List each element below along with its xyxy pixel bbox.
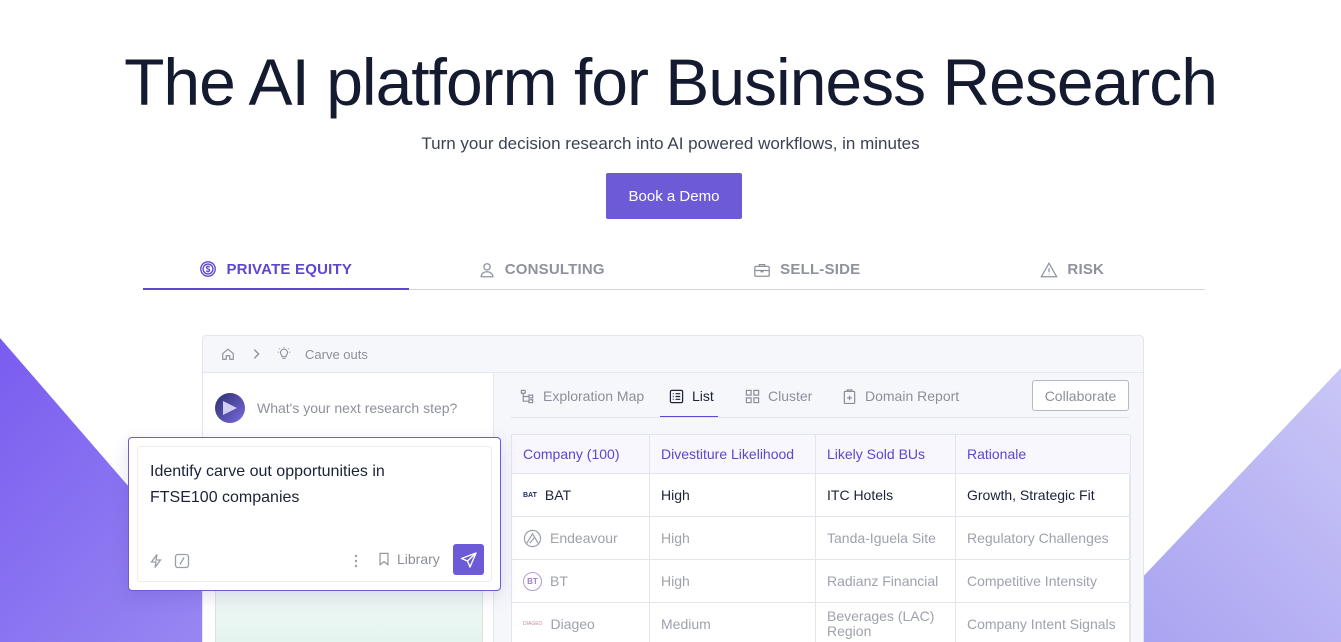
sold-bus-cell: Radianz Financial	[816, 560, 956, 602]
companies-table: Company (100) Divestiture Likelihood Lik…	[511, 434, 1131, 642]
bat-logo: BAT	[523, 491, 537, 499]
prompt-textarea[interactable]: Identify carve out opportunities in FTSE…	[150, 459, 450, 511]
more-options-icon[interactable]	[348, 553, 364, 569]
breadcrumb-current[interactable]: Carve outs	[305, 347, 368, 362]
table-row[interactable]: BAT BAT High ITC Hotels Growth, Strategi…	[512, 474, 1131, 517]
bt-logo: BT	[523, 571, 542, 591]
tab-private-equity[interactable]: PRIVATE EQUITY	[143, 250, 409, 290]
rationale-cell: Regulatory Challenges	[956, 517, 1131, 559]
likelihood-cell: High	[650, 474, 816, 516]
tab-risk[interactable]: RISK	[940, 250, 1206, 289]
rationale-cell: Growth, Strategic Fit	[956, 474, 1131, 516]
table-header-row: Company (100) Divestiture Likelihood Lik…	[512, 435, 1131, 474]
tab-label: Cluster	[768, 388, 813, 404]
lightbulb-icon	[277, 347, 291, 359]
company-name: BAT	[544, 486, 572, 503]
company-name: BT	[550, 572, 568, 589]
company-name: Diageo	[550, 615, 595, 632]
tree-icon	[520, 389, 534, 403]
composer-box: Identify carve out opportunities in FTSE…	[137, 446, 492, 582]
industry-tabs: PRIVATE EQUITY CONSULTING SELL-SIDE RISK	[143, 250, 1205, 290]
library-button[interactable]: Library	[377, 551, 440, 567]
tab-label: Domain Report	[865, 388, 960, 404]
send-button[interactable]	[453, 544, 484, 575]
column-header-sold-bus[interactable]: Likely Sold BUs	[816, 435, 956, 473]
tab-label: CONSULTING	[504, 261, 605, 278]
endeavour-logo-icon	[523, 529, 542, 548]
column-header-rationale[interactable]: Rationale	[956, 435, 1131, 473]
tab-exploration-map[interactable]: Exploration Map	[520, 383, 644, 409]
send-icon	[460, 551, 477, 568]
tab-list[interactable]: List	[669, 383, 714, 409]
tab-cluster[interactable]: Cluster	[745, 383, 812, 409]
table-row[interactable]: BT BT High Radianz Financial Competitive…	[512, 560, 1131, 603]
tab-label: Exploration Map	[543, 388, 645, 404]
grid-icon	[745, 389, 760, 403]
company-cell: DIAGEO Diageo	[512, 603, 650, 642]
likelihood-cell: Medium	[650, 603, 816, 642]
likelihood-cell: High	[650, 517, 816, 559]
company-name: Endeavour	[550, 529, 618, 546]
briefcase-icon	[754, 263, 771, 277]
bookmark-icon	[379, 552, 389, 566]
sold-bus-cell: ITC Hotels	[816, 474, 956, 516]
warning-triangle-icon	[1040, 261, 1059, 277]
rationale-cell: Company Intent Signals	[956, 603, 1131, 642]
library-label: Library	[397, 551, 440, 567]
diageo-logo: DIAGEO	[523, 620, 543, 627]
page: The AI platform for Business Research Tu…	[0, 0, 1341, 642]
ask-placeholder: What's your next research step?	[257, 400, 458, 416]
list-icon	[669, 389, 684, 403]
dollar-circle-icon	[200, 261, 217, 277]
tab-label: RISK	[1067, 261, 1105, 278]
hero-title: The AI platform for Business Research	[124, 45, 1218, 119]
tab-label: SELL-SIDE	[780, 261, 861, 278]
company-cell: Endeavour	[512, 517, 650, 559]
tab-domain-report[interactable]: Domain Report	[842, 383, 959, 409]
assistant-avatar	[215, 393, 245, 423]
table-row[interactable]: Endeavour High Tanda-Iguela Site Regulat…	[512, 517, 1131, 560]
report-icon	[843, 388, 856, 404]
sold-bus-cell: Tanda-Iguela Site	[816, 517, 956, 559]
user-icon	[480, 262, 494, 277]
column-header-likelihood[interactable]: Divestiture Likelihood	[650, 435, 816, 473]
toolbar-divider	[511, 417, 1129, 418]
rationale-cell: Competitive Intensity	[956, 560, 1131, 602]
book-demo-button[interactable]: Book a Demo	[606, 173, 742, 219]
column-header-company[interactable]: Company (100)	[512, 435, 650, 473]
tab-sell-side[interactable]: SELL-SIDE	[674, 250, 940, 289]
lightning-icon[interactable]	[148, 553, 164, 569]
sold-bus-cell: Beverages (LAC) Region	[816, 603, 956, 642]
company-cell: BAT BAT	[512, 474, 650, 516]
chevron-right-icon	[253, 349, 260, 359]
slash-command-icon[interactable]	[174, 553, 190, 569]
tab-label: PRIVATE EQUITY	[226, 260, 353, 278]
research-step-prompt[interactable]: What's your next research step?	[215, 393, 457, 423]
company-cell: BT BT	[512, 560, 650, 602]
tab-label: List	[692, 388, 714, 404]
collaborate-button[interactable]: Collaborate	[1032, 380, 1129, 411]
home-icon[interactable]	[221, 347, 235, 361]
view-toolbar: Exploration Map List Cluster Domain Repo…	[495, 373, 1145, 418]
breadcrumb: Carve outs	[203, 336, 1143, 373]
table-row[interactable]: DIAGEO Diageo Medium Beverages (LAC) Reg…	[512, 603, 1131, 642]
likelihood-cell: High	[650, 560, 816, 602]
tab-consulting[interactable]: CONSULTING	[409, 250, 675, 289]
prompt-composer: Identify carve out opportunities in FTSE…	[128, 437, 501, 591]
hero-subtitle: Turn your decision research into AI powe…	[421, 134, 920, 153]
